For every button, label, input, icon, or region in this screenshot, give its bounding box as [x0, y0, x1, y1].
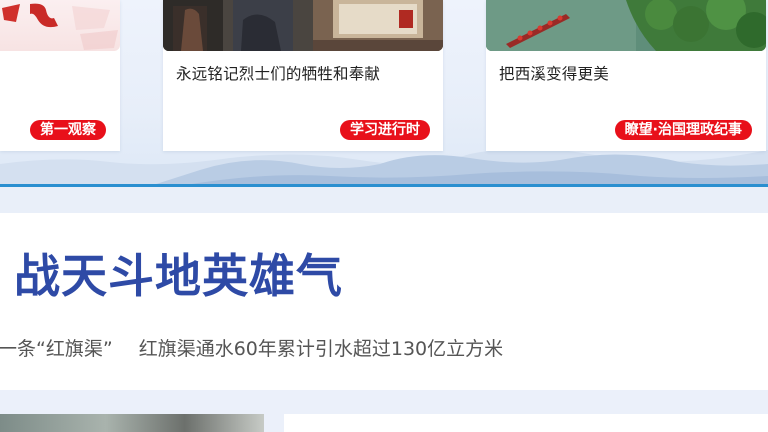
subtitle-link-left[interactable]: 一条“红旗渠”	[0, 338, 113, 360]
headline-subtitle: 一条“红旗渠” 红旗渠通水60年累计引水超过130亿立方米	[0, 334, 503, 361]
card-thumbnail	[163, 0, 443, 51]
next-section-photo[interactable]	[0, 414, 264, 432]
column-tag[interactable]: 学习进行时	[340, 120, 430, 140]
card-thumbnail	[0, 0, 120, 51]
news-card-observation[interactable]: 第一观察	[0, 0, 120, 151]
section-gap	[0, 187, 768, 213]
column-tag[interactable]: 瞭望·治国理政纪事	[614, 120, 752, 140]
headline-title[interactable]: 战天斗地英雄气	[14, 246, 343, 306]
memorial-hall-photo	[163, 0, 443, 51]
column-tag[interactable]: 第一观察	[30, 120, 106, 140]
dragon-boat-photo	[486, 0, 766, 51]
subtitle-link-right[interactable]: 红旗渠通水60年累计引水超过130亿立方米	[139, 338, 503, 360]
card-thumbnail	[486, 0, 766, 51]
card-title: 永远铭记烈士们的牺牲和奉献	[176, 65, 381, 83]
news-card-row: 第一观察 永远铭记烈士们的牺牲和奉献 学习进行时 把西溪变得更美 瞭望·治国理政…	[0, 0, 768, 186]
red-calligraphy-image	[2, 3, 118, 50]
news-card-martyrs[interactable]: 永远铭记烈士们的牺牲和奉献 学习进行时	[163, 0, 443, 151]
card-title: 把西溪变得更美	[499, 65, 609, 83]
news-card-xixi[interactable]: 把西溪变得更美 瞭望·治国理政纪事	[486, 0, 766, 151]
next-section-card[interactable]	[284, 414, 768, 432]
